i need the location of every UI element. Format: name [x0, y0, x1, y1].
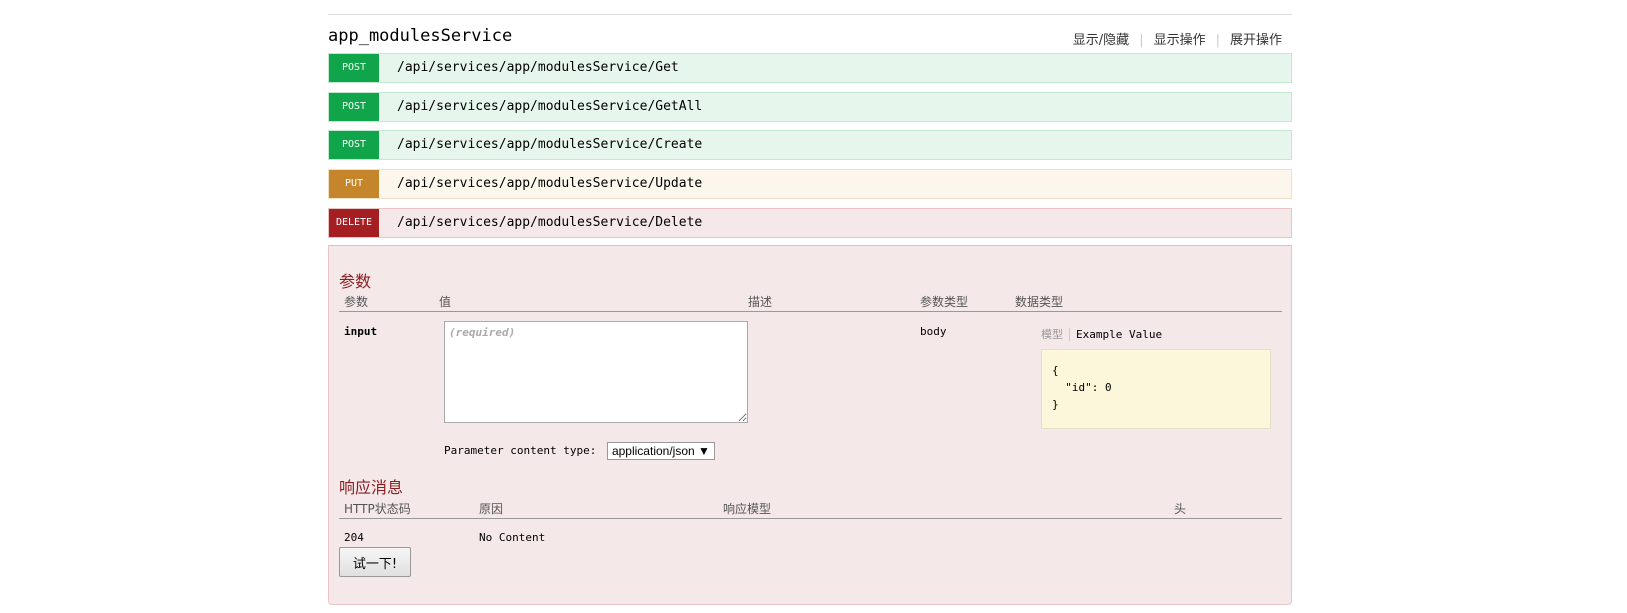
- content-type-value: application/json: [611, 444, 695, 458]
- col-header: 头: [1174, 502, 1187, 516]
- method-badge[interactable]: PUT: [329, 170, 379, 198]
- param-value-input[interactable]: [444, 321, 748, 423]
- tab-example-value[interactable]: Example Value: [1070, 328, 1162, 341]
- col-header: 值: [439, 295, 452, 309]
- col-header: HTTP状态码: [344, 502, 411, 516]
- dropdown-arrow-icon: ▼: [698, 444, 710, 458]
- toggle-visibility-link[interactable]: 显示/隐藏: [1063, 33, 1139, 48]
- response-reason: No Content: [479, 531, 546, 544]
- method-badge[interactable]: POST: [329, 54, 379, 82]
- col-header: 响应模型: [723, 502, 772, 516]
- method-badge[interactable]: POST: [329, 131, 379, 159]
- model-tabs: 模型 Example Value: [1041, 326, 1162, 342]
- divider: |: [1139, 33, 1144, 48]
- col-header: 参数类型: [920, 295, 969, 309]
- col-header: 参数: [344, 295, 369, 309]
- resource-header: app_modulesService 显示/隐藏 | 显示操作 | 展开操作: [328, 24, 1292, 50]
- content-type-row: Parameter content type: application/json…: [444, 442, 715, 460]
- try-it-out-button[interactable]: 试一下!: [339, 547, 411, 577]
- operation-delete[interactable]: DELETE /api/services/app/modulesService/…: [328, 208, 1292, 238]
- tab-model[interactable]: 模型: [1041, 328, 1070, 341]
- method-badge[interactable]: POST: [329, 93, 379, 121]
- operation-create[interactable]: POST /api/services/app/modulesService/Cr…: [328, 130, 1292, 160]
- col-header: 原因: [479, 502, 504, 516]
- col-header: 数据类型: [1015, 295, 1064, 309]
- operation-path[interactable]: /api/services/app/modulesService/Create: [397, 131, 702, 159]
- expand-operations-link[interactable]: 展开操作: [1220, 33, 1292, 48]
- response-code: 204: [344, 531, 364, 544]
- content-type-label: Parameter content type:: [444, 444, 597, 457]
- operation-update[interactable]: PUT /api/services/app/modulesService/Upd…: [328, 169, 1292, 199]
- responses-header: HTTP状态码 原因 响应模型 头: [339, 498, 1282, 519]
- list-operations-link[interactable]: 显示操作: [1144, 33, 1216, 48]
- param-name: input: [344, 325, 378, 338]
- content-type-select[interactable]: application/json ▼: [606, 442, 715, 460]
- resource-actions: 显示/隐藏 | 显示操作 | 展开操作: [1063, 29, 1292, 48]
- parameters-header: 参数 值 描述 参数类型 数据类型: [339, 291, 1282, 312]
- delete-operation-content: 参数 参数 值 描述 参数类型 数据类型 input body 模型Exampl…: [328, 245, 1292, 605]
- resource-title[interactable]: app_modulesService: [328, 26, 512, 46]
- operation-path[interactable]: /api/services/app/modulesService/Delete: [397, 209, 702, 237]
- operation-path[interactable]: /api/services/app/modulesService/Update: [397, 170, 702, 198]
- operation-get[interactable]: POST /api/services/app/modulesService/Ge…: [328, 53, 1292, 83]
- operation-path[interactable]: /api/services/app/modulesService/GetAll: [397, 93, 702, 121]
- col-header: 描述: [748, 295, 773, 309]
- example-value-box[interactable]: { "id": 0 }: [1041, 349, 1271, 429]
- parameters-title: 参数: [339, 272, 372, 291]
- operation-path[interactable]: /api/services/app/modulesService/Get: [397, 54, 679, 82]
- top-divider: [328, 14, 1292, 15]
- responses-title: 响应消息: [339, 478, 404, 497]
- operation-getall[interactable]: POST /api/services/app/modulesService/Ge…: [328, 92, 1292, 122]
- method-badge[interactable]: DELETE: [329, 209, 379, 237]
- param-type: body: [920, 325, 947, 338]
